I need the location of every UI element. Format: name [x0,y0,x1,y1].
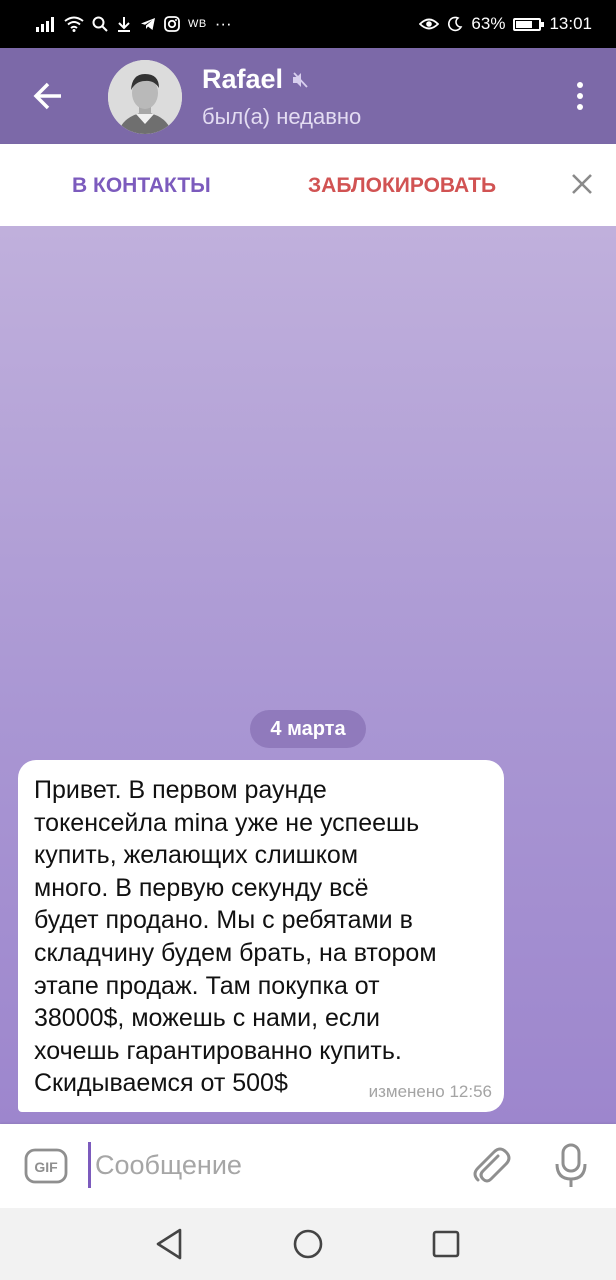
battery-percent: 63% [471,14,506,33]
wifi-icon [64,16,84,32]
paperclip-icon[interactable] [468,1144,514,1190]
telegram-icon [140,16,156,32]
contact-status: был(а) недавно [202,104,362,129]
message-bubble[interactable]: Привет. В первом раунде токенсейла mina … [18,760,504,1112]
menu-dot [577,104,583,110]
moon-icon [447,16,463,32]
menu-dot [577,82,583,88]
add-contact-button[interactable]: В КОНТАКТЫ [72,174,211,198]
nav-back-icon[interactable] [150,1226,190,1262]
block-user-button[interactable]: ЗАБЛОКИРОВАТЬ [308,174,496,198]
muted-speaker-icon [293,71,308,88]
microphone-icon[interactable] [548,1142,594,1190]
message-text: Привет. В первом раунде токенсейла mina … [34,776,437,1098]
nav-recent-icon[interactable] [428,1226,464,1262]
avatar[interactable] [108,60,182,134]
menu-dot [577,93,583,99]
status-left: WB ··· [36,0,232,48]
nav-home-icon[interactable] [290,1226,326,1262]
date-separator: 4 марта [250,710,366,748]
contact-name: Rafael [202,64,284,94]
message-input[interactable] [88,1142,455,1188]
more-notifications: ··· [214,14,232,33]
system-nav-bar [0,1208,616,1280]
battery-icon [513,17,545,31]
more-vert-icon[interactable] [570,76,590,116]
back-button[interactable] [22,70,74,122]
download-icon [116,16,132,32]
back-arrow-icon [33,82,61,110]
signal-icon [36,16,56,32]
contact-action-bar: В КОНТАКТЫ ЗАБЛОКИРОВАТЬ [0,144,616,226]
chat-area[interactable]: 4 марта Привет. В первом раунде токенсей… [0,226,616,1124]
contact-name-row[interactable]: Rafael [202,64,309,95]
compose-bar: GIF [0,1124,616,1208]
search-icon [92,16,108,32]
status-bar: WB ··· 63% 13:01 [0,0,616,48]
gif-icon[interactable]: GIF [24,1146,68,1186]
message-edited-time: изменено 12:56 [368,1082,492,1101]
avatar-photo [108,60,182,134]
clock: 13:01 [549,14,592,33]
eye-icon [419,17,440,31]
wb-icon: WB [188,18,207,30]
gif-label: GIF [34,1159,58,1175]
chat-header: Rafael был(а) недавно [0,48,616,144]
status-right: 63% 13:01 [419,0,592,48]
battery-level [516,20,532,28]
instagram-icon [164,16,180,32]
close-icon[interactable] [570,172,594,196]
